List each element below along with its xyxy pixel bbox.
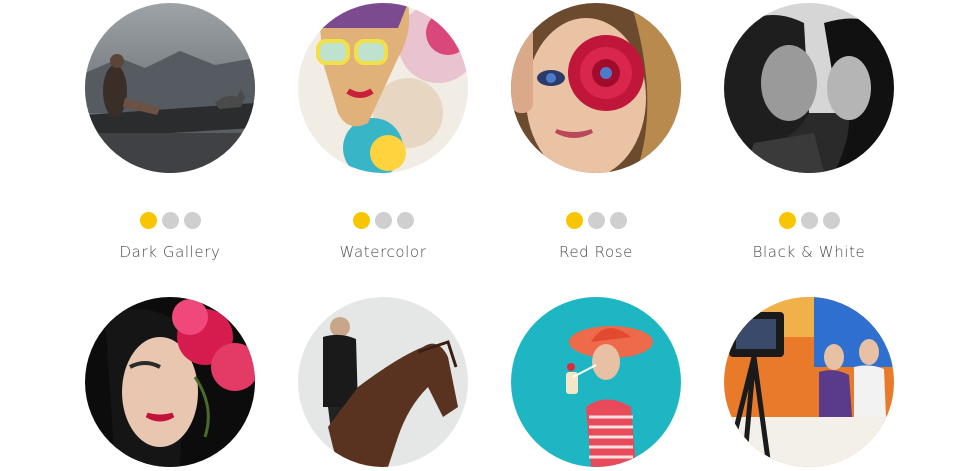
slide-dot-1[interactable] bbox=[565, 212, 583, 229]
red-rose-dots bbox=[511, 212, 681, 230]
gallery-label[interactable]: Dark Gallery bbox=[65, 243, 275, 261]
dark-gallery-dots bbox=[85, 212, 255, 230]
gallery-label[interactable]: Watercolor bbox=[278, 243, 488, 261]
slide-dot-3[interactable] bbox=[396, 212, 414, 229]
red-rose-thumbnail[interactable] bbox=[511, 3, 681, 173]
pink-flowers-image bbox=[85, 297, 255, 467]
red-hat-image bbox=[511, 297, 681, 467]
slide-dot-1[interactable] bbox=[778, 212, 796, 229]
slide-dot-2[interactable] bbox=[374, 212, 392, 229]
slide-dot-3[interactable] bbox=[609, 212, 627, 229]
tv-studio-thumbnail[interactable] bbox=[724, 297, 894, 467]
gallery-label[interactable]: Red Rose bbox=[491, 243, 701, 261]
dark-gallery-image bbox=[85, 3, 255, 173]
slide-dot-2[interactable] bbox=[587, 212, 605, 229]
slide-dot-2[interactable] bbox=[800, 212, 818, 229]
red-hat-thumbnail[interactable] bbox=[511, 297, 681, 467]
horse-rider-thumbnail[interactable] bbox=[298, 297, 468, 467]
gallery-item-6 bbox=[298, 297, 468, 467]
slide-dot-1[interactable] bbox=[352, 212, 370, 229]
gallery-item-dark-gallery: Dark Gallery bbox=[85, 3, 255, 261]
red-rose-image bbox=[511, 3, 681, 173]
pink-flowers-thumbnail[interactable] bbox=[85, 297, 255, 467]
black-white-thumbnail[interactable] bbox=[724, 3, 894, 173]
slide-dot-3[interactable] bbox=[822, 212, 840, 229]
gallery-item-black-white: Black & White bbox=[724, 3, 894, 261]
slide-dot-2[interactable] bbox=[161, 212, 179, 229]
watercolor-dots bbox=[298, 212, 468, 230]
gallery-item-watercolor: Watercolor bbox=[298, 3, 468, 261]
tv-studio-image bbox=[724, 297, 894, 467]
gallery-item-5 bbox=[85, 297, 255, 467]
watercolor-image bbox=[298, 3, 468, 173]
slide-dot-1[interactable] bbox=[139, 212, 157, 229]
black-white-image bbox=[724, 3, 894, 173]
gallery-item-8 bbox=[724, 297, 894, 467]
dark-gallery-thumbnail[interactable] bbox=[85, 3, 255, 173]
slide-dot-3[interactable] bbox=[183, 212, 201, 229]
gallery-item-red-rose: Red Rose bbox=[511, 3, 681, 261]
black-white-dots bbox=[724, 212, 894, 230]
horse-rider-image bbox=[298, 297, 468, 467]
watercolor-thumbnail[interactable] bbox=[298, 3, 468, 173]
gallery-item-7 bbox=[511, 297, 681, 467]
gallery-label[interactable]: Black & White bbox=[704, 243, 914, 261]
